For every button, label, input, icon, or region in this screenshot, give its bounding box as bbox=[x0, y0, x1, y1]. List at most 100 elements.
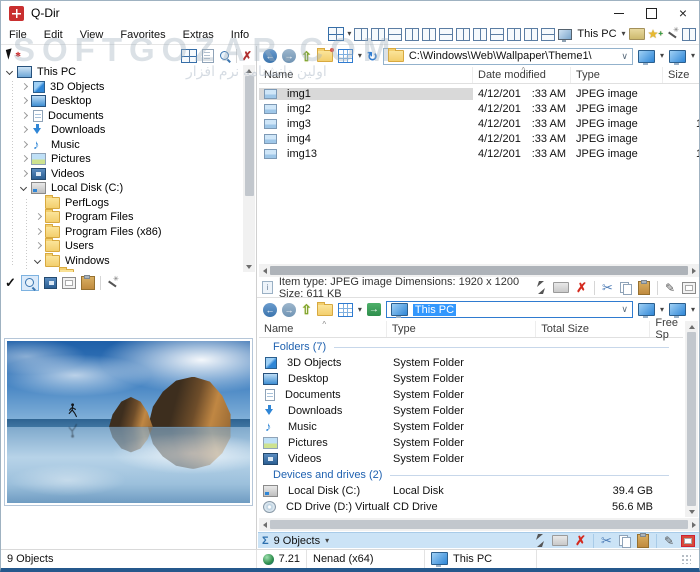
back-icon[interactable]: ← bbox=[263, 302, 277, 317]
layout-preset-icon[interactable] bbox=[405, 27, 420, 41]
column-header-type[interactable]: Type bbox=[387, 321, 537, 337]
pane-monitor-icon[interactable] bbox=[668, 303, 686, 318]
up-icon[interactable]: ⇧ bbox=[301, 50, 312, 63]
tree-chevron-icon[interactable] bbox=[19, 169, 31, 179]
statusbar-version[interactable]: 7.21 bbox=[257, 550, 307, 568]
tree-item[interactable]: Music bbox=[3, 137, 243, 153]
file-row[interactable]: img1 4/12/201:33 AM JPEG image bbox=[259, 86, 699, 101]
single-pane-icon[interactable] bbox=[682, 27, 696, 41]
folder-view-icon[interactable] bbox=[80, 275, 95, 290]
tree-chevron-icon[interactable] bbox=[19, 111, 31, 121]
tree-chevron-icon[interactable] bbox=[19, 96, 31, 106]
add-favorite-icon[interactable]: ★ bbox=[648, 28, 663, 40]
preview-magnifier-button[interactable] bbox=[20, 275, 39, 291]
view-mode-icon[interactable] bbox=[337, 49, 353, 63]
tree-layout-icon[interactable] bbox=[180, 48, 197, 63]
column-header-type[interactable]: Type bbox=[571, 67, 663, 83]
flash-icon[interactable] bbox=[537, 281, 546, 294]
pc-row[interactable]: Videos System Folder bbox=[259, 451, 683, 467]
tree-item[interactable]: PerfLogs bbox=[3, 194, 243, 211]
pc-row[interactable]: Local Disk (C:) Local Disk 39.4 GB bbox=[259, 483, 683, 499]
tree-item[interactable]: 3D Objects bbox=[3, 80, 243, 95]
pane-monitor-icon[interactable] bbox=[668, 49, 686, 65]
file-row[interactable]: img2 4/12/201:33 AM JPEG image bbox=[259, 101, 699, 116]
pointer-mode-icon[interactable] bbox=[5, 49, 21, 63]
address-dropdown-icon[interactable]: ∨ bbox=[621, 304, 628, 315]
forward-icon[interactable]: → bbox=[282, 49, 296, 63]
layout-4pane-icon[interactable] bbox=[328, 27, 345, 41]
rename-icon[interactable]: ✎ bbox=[665, 282, 675, 294]
wand-icon[interactable] bbox=[106, 275, 119, 290]
tree-chevron-icon[interactable] bbox=[5, 67, 17, 77]
tree-chevron-icon[interactable] bbox=[19, 125, 31, 135]
pc-row[interactable]: Pictures System Folder bbox=[259, 435, 683, 451]
tree-chevron-icon[interactable] bbox=[33, 241, 45, 251]
menu-item[interactable]: Favorites bbox=[112, 26, 174, 44]
preview-image[interactable] bbox=[7, 341, 250, 503]
back-icon[interactable]: ← bbox=[263, 49, 277, 63]
tree-item[interactable]: Program Files bbox=[3, 209, 243, 225]
pc-row[interactable]: Desktop System Folder bbox=[259, 371, 683, 387]
menu-item[interactable]: View bbox=[72, 26, 113, 44]
delete-icon[interactable]: ✗ bbox=[576, 281, 587, 294]
pane-monitor-dropdown-icon[interactable]: ▾ bbox=[660, 52, 664, 60]
print-icon[interactable] bbox=[628, 28, 645, 40]
pane-target-label[interactable]: This PC bbox=[575, 28, 618, 40]
tree-chevron-icon[interactable] bbox=[19, 82, 31, 92]
file-row[interactable]: img3 4/12/201:33 AM JPEG image 1 bbox=[259, 116, 699, 131]
close-button[interactable]: × bbox=[667, 1, 699, 25]
menu-item[interactable]: Extras bbox=[175, 26, 223, 44]
pane-monitor-icon[interactable] bbox=[637, 49, 655, 65]
properties-icon[interactable] bbox=[682, 281, 696, 294]
tree-chevron-icon[interactable] bbox=[33, 256, 45, 266]
object-count-dropdown-icon[interactable]: ▾ bbox=[325, 536, 329, 545]
menu-item[interactable]: Info bbox=[223, 26, 258, 44]
tree-chevron-icon[interactable] bbox=[19, 183, 31, 193]
tree-item[interactable]: Pictures bbox=[3, 152, 243, 167]
column-header-name[interactable]: ^ Name bbox=[259, 320, 387, 337]
layout-preset-icon[interactable] bbox=[422, 27, 437, 41]
tree-item[interactable]: Windows bbox=[3, 252, 243, 269]
tree-chevron-icon[interactable] bbox=[33, 198, 45, 208]
tree-item[interactable]: This PC bbox=[3, 65, 243, 80]
cut-icon[interactable]: ✂ bbox=[602, 281, 613, 294]
rename-icon[interactable]: ✎ bbox=[664, 535, 674, 547]
tree-chevron-icon[interactable] bbox=[33, 212, 45, 222]
tree-close-icon[interactable]: ✗ bbox=[242, 50, 252, 62]
pane-monitor-icon[interactable] bbox=[637, 303, 655, 318]
paste-icon[interactable] bbox=[637, 279, 650, 295]
pc-row[interactable]: CD Drive (D:) VirtualBo... CD Drive 56.6… bbox=[259, 499, 683, 515]
layout-preset-icon[interactable] bbox=[524, 27, 539, 41]
paste-icon[interactable] bbox=[636, 532, 649, 548]
column-header-free-space[interactable]: Free Sp bbox=[650, 317, 683, 341]
favorites-folder-icon[interactable] bbox=[316, 48, 334, 62]
column-header-name[interactable]: Name bbox=[259, 67, 473, 83]
pc-row[interactable]: 3D Objects System Folder bbox=[259, 355, 683, 371]
address-dropdown-icon[interactable]: ∨ bbox=[621, 51, 628, 62]
address-bar[interactable]: This PC ∨ bbox=[385, 301, 633, 318]
tree-chevron-icon[interactable] bbox=[33, 227, 45, 237]
pane-monitor-dropdown-icon[interactable]: ▾ bbox=[691, 305, 695, 314]
layout-dropdown-icon[interactable]: ▾ bbox=[347, 30, 351, 38]
copy-icon[interactable] bbox=[619, 281, 632, 295]
pane-target-dropdown-icon[interactable]: ▾ bbox=[622, 30, 626, 38]
column-header-total-size[interactable]: Total Size bbox=[536, 321, 651, 337]
file-row[interactable]: img13 4/12/201:33 AM JPEG image 1 bbox=[259, 146, 699, 161]
copy-icon[interactable] bbox=[618, 534, 631, 548]
tree-item[interactable]: Program Files (x86) bbox=[3, 223, 243, 240]
projector-screen-icon[interactable] bbox=[61, 277, 76, 289]
layout-preset-icon[interactable] bbox=[354, 27, 369, 41]
layout-preset-icon[interactable] bbox=[490, 27, 505, 41]
minimize-button[interactable] bbox=[603, 1, 635, 25]
column-header-date[interactable]: ^ Date modified bbox=[473, 66, 571, 83]
group-header-devices[interactable]: Devices and drives (2) bbox=[259, 467, 683, 483]
tree-chevron-icon[interactable] bbox=[19, 154, 31, 164]
pane-monitor-dropdown-icon[interactable]: ▾ bbox=[691, 52, 695, 60]
tree-item[interactable]: Local Disk (C:) bbox=[3, 181, 243, 196]
properties-icon[interactable] bbox=[681, 534, 695, 547]
layout-preset-icon[interactable] bbox=[473, 27, 488, 41]
group-header-folders[interactable]: Folders (7) bbox=[259, 339, 683, 355]
tree-item[interactable]: Documents bbox=[3, 109, 243, 124]
resize-grip[interactable] bbox=[681, 554, 691, 564]
check-icon[interactable]: ✓ bbox=[5, 275, 16, 291]
